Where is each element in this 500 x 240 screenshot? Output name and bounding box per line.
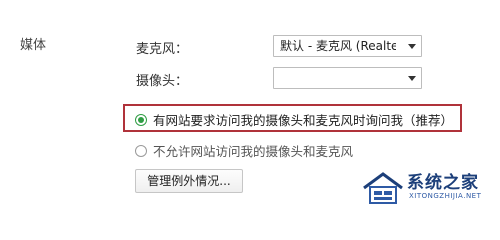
option-block[interactable]: 不允许网站访问我的摄像头和麦克风 xyxy=(135,141,353,160)
camera-select[interactable] xyxy=(273,67,422,89)
manage-exceptions-button[interactable]: 管理例外情况... xyxy=(135,169,243,193)
option-ask-permission[interactable]: 有网站要求访问我的摄像头和麦克风时询问我（推荐） xyxy=(135,110,453,129)
radio-unchecked-icon[interactable] xyxy=(135,144,147,157)
watermark: 系统之家 XITONGZHIJIA.NET xyxy=(360,164,500,212)
watermark-title: 系统之家 xyxy=(407,173,479,193)
chevron-down-icon xyxy=(408,44,416,49)
option-block-label: 不允许网站访问我的摄像头和麦克风 xyxy=(153,144,354,159)
house-logo-icon xyxy=(363,172,403,204)
camera-label: 摄像头： xyxy=(136,74,189,89)
option-ask-permission-label: 有网站要求访问我的摄像头和麦克风时询问我（推荐） xyxy=(153,113,454,128)
chevron-down-icon xyxy=(408,76,416,81)
microphone-select-value: 默认 - 麦克风 (Realtek xyxy=(280,39,396,53)
microphone-select[interactable]: 默认 - 麦克风 (Realtek xyxy=(273,35,422,57)
section-title-media: 媒体 xyxy=(20,38,47,53)
microphone-label: 麦克风： xyxy=(136,42,189,57)
radio-checked-icon[interactable] xyxy=(135,113,147,126)
watermark-subtitle: XITONGZHIJIA.NET xyxy=(409,192,482,200)
